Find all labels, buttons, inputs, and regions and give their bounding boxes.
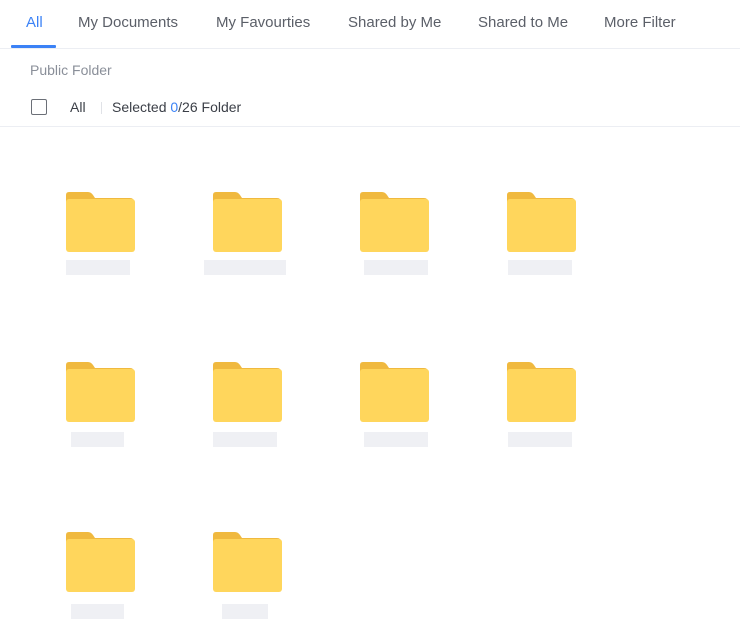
section-title: Public Folder — [30, 62, 112, 78]
folder-item[interactable] — [507, 362, 587, 432]
folder-item[interactable] — [66, 192, 146, 262]
folder-icon — [213, 192, 282, 252]
tab-all[interactable]: All — [26, 0, 43, 46]
divider — [101, 102, 102, 114]
selection-row: All Selected 0/26 Folder — [0, 92, 740, 127]
tab-my-documents[interactable]: My Documents — [78, 0, 178, 46]
folder-name-placeholder — [508, 432, 572, 447]
folder-item[interactable] — [213, 362, 293, 432]
folder-item[interactable] — [213, 192, 293, 262]
tab-shared-to-me[interactable]: Shared to Me — [478, 0, 568, 46]
folder-icon — [360, 362, 429, 422]
select-all-label[interactable]: All — [70, 99, 86, 115]
selected-prefix: Selected — [112, 99, 167, 115]
folder-icon — [360, 192, 429, 252]
folder-icon — [66, 362, 135, 422]
selected-count-text: Selected 0/26 Folder — [112, 99, 241, 115]
folder-name-placeholder — [66, 260, 130, 275]
folder-name-placeholder — [204, 260, 286, 275]
folder-icon — [213, 532, 282, 592]
active-tab-indicator — [11, 45, 56, 48]
folder-icon — [213, 362, 282, 422]
folder-name-placeholder — [71, 432, 124, 447]
folder-icon — [66, 192, 135, 252]
folder-icon — [66, 532, 135, 592]
folder-item[interactable] — [66, 362, 146, 432]
folder-item[interactable] — [66, 532, 146, 602]
selected-total: /26 — [178, 99, 198, 115]
tab-bar: All My Documents My Favourties Shared by… — [0, 0, 740, 49]
folder-name-placeholder — [364, 260, 428, 275]
select-all-checkbox[interactable] — [31, 99, 47, 115]
selected-count: 0 — [170, 99, 179, 115]
folder-item[interactable] — [360, 192, 440, 262]
folder-icon — [507, 362, 576, 422]
folder-name-placeholder — [222, 604, 268, 619]
folder-name-placeholder — [364, 432, 428, 447]
tab-shared-by-me[interactable]: Shared by Me — [348, 0, 441, 46]
folder-item[interactable] — [360, 362, 440, 432]
folder-name-placeholder — [71, 604, 124, 619]
folder-item[interactable] — [213, 532, 293, 602]
tab-my-favourites[interactable]: My Favourties — [216, 0, 310, 46]
folder-name-placeholder — [213, 432, 277, 447]
folder-name-placeholder — [508, 260, 572, 275]
folder-item[interactable] — [507, 192, 587, 262]
folder-icon — [507, 192, 576, 252]
selected-suffix: Folder — [201, 99, 242, 115]
tab-more-filter[interactable]: More Filter — [604, 0, 676, 46]
